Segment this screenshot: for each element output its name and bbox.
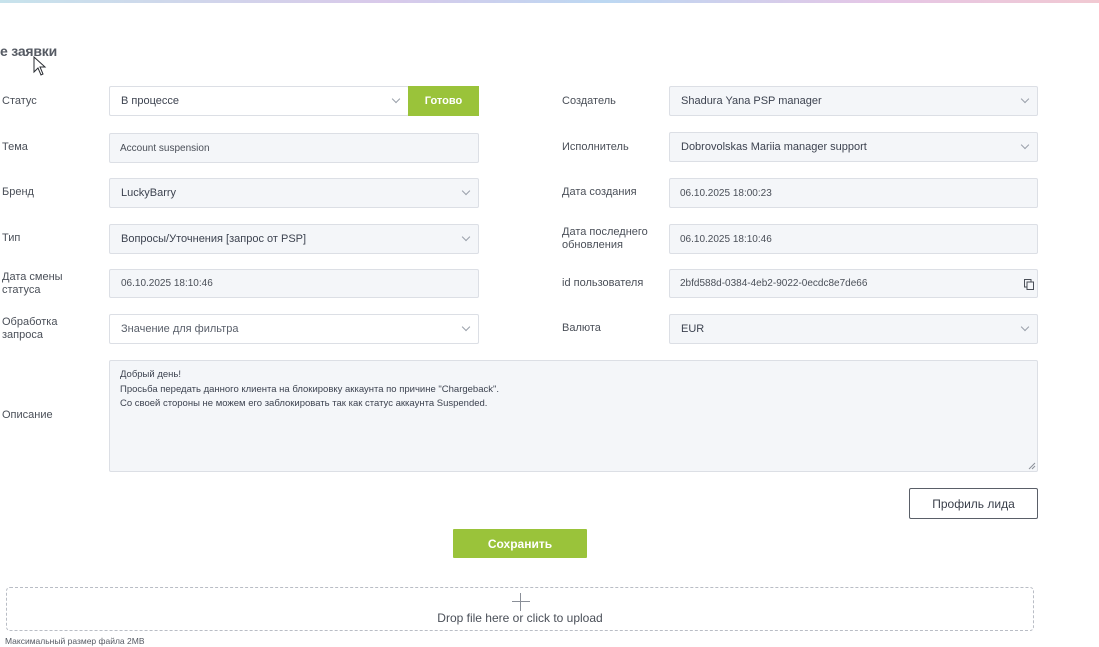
status-select[interactable]: В процессе [109, 86, 409, 116]
currency-select[interactable]: EUR [669, 314, 1038, 344]
cursor-icon [33, 56, 47, 76]
chevron-down-icon [1020, 140, 1030, 150]
type-select[interactable]: Вопросы/Уточнения [запрос от PSP] [109, 224, 479, 254]
brand-select[interactable]: LuckyBarry [109, 178, 479, 208]
assignee-value: Dobrovolskas Mariia manager support [681, 141, 867, 153]
request-processing-label: Обработка запроса [2, 316, 58, 341]
chevron-down-icon [461, 186, 471, 196]
chevron-down-icon [391, 94, 401, 104]
dropzone-text: Drop file here or click to upload [437, 611, 603, 625]
currency-label: Валюта [562, 322, 601, 334]
description-line: Просьба передать данного клиента на блок… [120, 383, 500, 395]
user-id-value: 2bfd588d-0384-4eb2-9022-0ecdc8e7de66 [680, 278, 868, 289]
assignee-select[interactable]: Dobrovolskas Mariia manager support [669, 132, 1038, 162]
last-update-value: 06.10.2025 18:10:46 [680, 233, 772, 245]
top-gradient-bar [0, 0, 1099, 3]
chevron-down-icon [1020, 322, 1030, 332]
done-button[interactable]: Готово [408, 86, 479, 116]
request-processing-select[interactable]: Значение для фильтра [109, 314, 479, 344]
topic-input[interactable]: Account suspension [109, 133, 479, 163]
chevron-down-icon [1020, 94, 1030, 104]
lead-profile-button[interactable]: Профиль лида [909, 488, 1038, 519]
file-dropzone[interactable]: Drop file here or click to upload [6, 587, 1034, 631]
assignee-label: Исполнитель [562, 141, 629, 153]
status-change-date-field: 06.10.2025 18:10:46 [109, 269, 479, 298]
copy-icon[interactable] [1024, 279, 1034, 290]
page-title: е заявки [0, 43, 58, 59]
user-id-label: id пользователя [562, 277, 644, 289]
save-button[interactable]: Сохранить [453, 529, 587, 558]
created-date-field: 06.10.2025 18:00:23 [669, 178, 1038, 208]
type-label: Тип [2, 232, 21, 244]
description-textarea[interactable]: Добрый день! Просьба передать данного кл… [109, 360, 1038, 472]
last-update-label: Дата последнего обновления [562, 226, 648, 251]
currency-value: EUR [681, 323, 705, 335]
type-value: Вопросы/Уточнения [запрос от PSP] [121, 233, 307, 245]
chevron-down-icon [461, 232, 471, 242]
description-line: Со своей стороны не можем его заблокиров… [120, 398, 488, 409]
user-id-field: 2bfd588d-0384-4eb2-9022-0ecdc8e7de66 [669, 269, 1038, 298]
creator-select[interactable]: Shadura Yana PSP manager [669, 86, 1038, 116]
status-change-date-value: 06.10.2025 18:10:46 [121, 278, 213, 289]
request-processing-placeholder: Значение для фильтра [121, 323, 239, 335]
topic-label: Тема [2, 141, 28, 153]
max-file-size-note: Максимальный размер файла 2MB [5, 636, 145, 646]
chevron-down-icon [461, 322, 471, 332]
topic-value: Account suspension [120, 142, 210, 154]
brand-value: LuckyBarry [121, 187, 177, 199]
resize-handle-icon[interactable] [1028, 462, 1036, 470]
created-date-value: 06.10.2025 18:00:23 [680, 187, 772, 199]
creator-value: Shadura Yana PSP manager [681, 95, 822, 107]
last-update-field: 06.10.2025 18:10:46 [669, 224, 1038, 254]
creator-label: Создатель [562, 95, 616, 107]
brand-label: Бренд [2, 186, 34, 198]
status-change-date-label: Дата смены статуса [2, 271, 63, 296]
status-label: Статус [2, 95, 37, 107]
plus-icon [512, 593, 530, 611]
description-line: Добрый день! [120, 369, 181, 380]
created-date-label: Дата создания [562, 186, 637, 198]
status-value: В процессе [121, 95, 179, 107]
description-label: Описание [2, 409, 53, 421]
